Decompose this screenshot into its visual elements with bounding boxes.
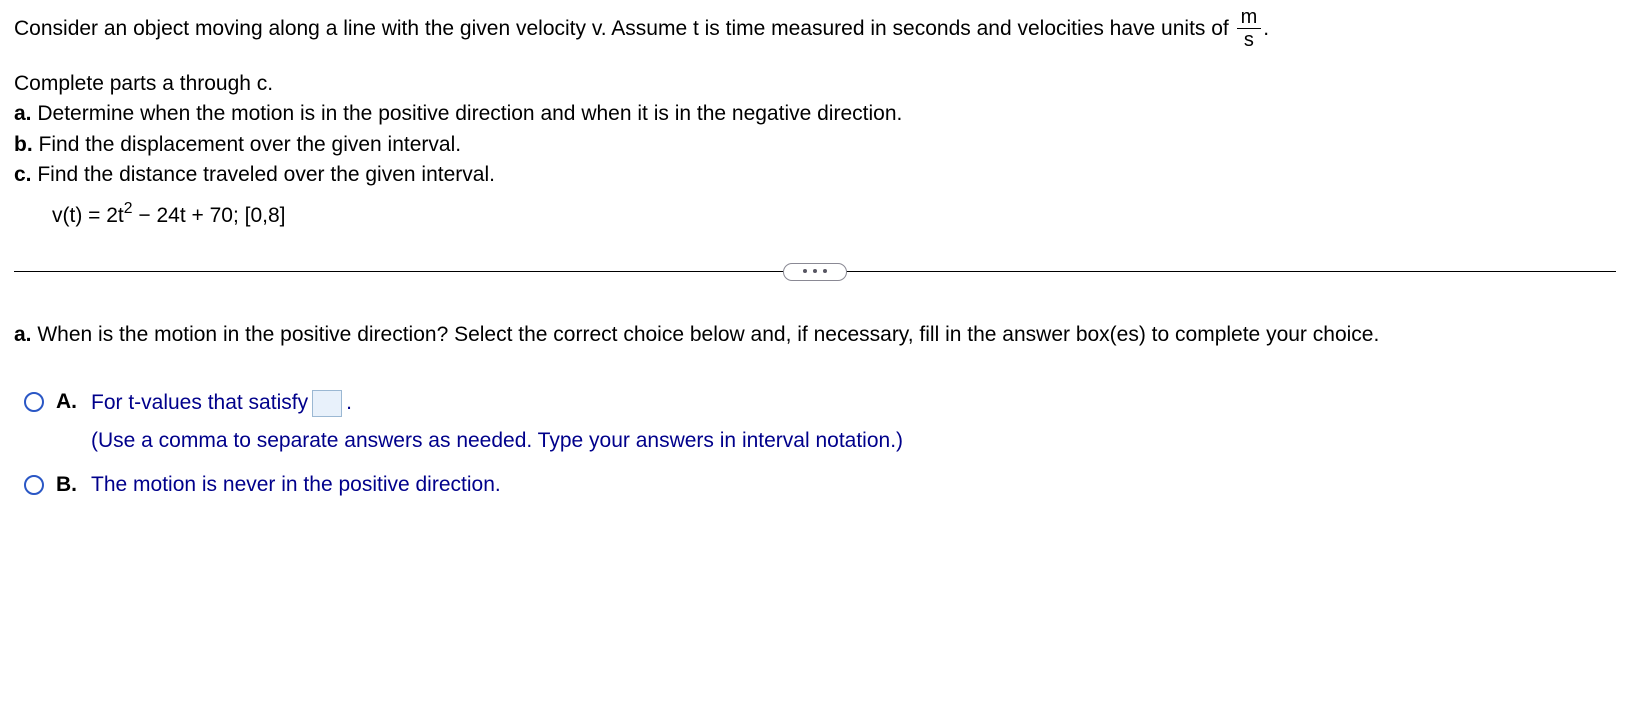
units-fraction: m s [1237,7,1262,50]
eq-suffix: − 24t + 70; [0,8] [133,204,286,227]
choice-b-line: The motion is never in the positive dire… [91,473,1616,497]
section-divider [14,271,1616,272]
choice-a-before: For t-values that satisfy [91,391,308,415]
velocity-equation: v(t) = 2t2 − 24t + 70; [0,8] [14,199,1616,231]
parts-lead: Complete parts a through c. [14,69,1616,99]
part-b: b. Find the displacement over the given … [14,130,1616,160]
radio-b[interactable] [24,475,44,495]
part-a-label: a. [14,102,32,125]
part-a: a. Determine when the motion is in the p… [14,99,1616,129]
part-b-text: Find the displacement over the given int… [39,133,462,156]
frac-num: m [1237,7,1262,28]
choice-b[interactable]: B. The motion is never in the positive d… [24,473,1616,497]
choice-a-content: For t-values that satisfy . (Use a comma… [91,390,1616,453]
part-b-label: b. [14,133,33,156]
intro-text: Consider an object moving along a line w… [14,8,1616,51]
choice-a-line: For t-values that satisfy . [91,390,1616,417]
part-c-text: Find the distance traveled over the give… [37,163,495,186]
intro-before: Consider an object moving along a line w… [14,17,1235,40]
choice-a-hint: (Use a comma to separate answers as need… [91,429,1616,453]
choice-a-after: . [346,391,352,415]
part-c-label: c. [14,163,32,186]
choice-b-text: The motion is never in the positive dire… [91,473,501,497]
intro-after: . [1263,17,1269,40]
answer-input-box[interactable] [312,390,342,417]
choice-b-label: B. [56,473,77,497]
radio-a[interactable] [24,392,44,412]
choice-a-label: A. [56,390,77,414]
dot-icon [823,269,827,273]
choice-a[interactable]: A. For t-values that satisfy . (Use a co… [24,390,1616,453]
eq-exp: 2 [124,200,133,217]
eq-prefix: v(t) = 2t [52,204,124,227]
parts-list: Complete parts a through c. a. Determine… [14,69,1616,231]
frac-den: s [1237,28,1262,50]
question-label: a. [14,323,32,346]
part-c: c. Find the distance traveled over the g… [14,160,1616,190]
dot-icon [803,269,807,273]
part-a-text: Determine when the motion is in the posi… [37,102,902,125]
choices-container: A. For t-values that satisfy . (Use a co… [14,390,1616,497]
dot-icon [813,269,817,273]
question-text: When is the motion in the positive direc… [37,323,1379,346]
question-a: a. When is the motion in the positive di… [14,320,1616,349]
choice-b-content: The motion is never in the positive dire… [91,473,1616,497]
expand-dots-button[interactable] [783,263,847,281]
